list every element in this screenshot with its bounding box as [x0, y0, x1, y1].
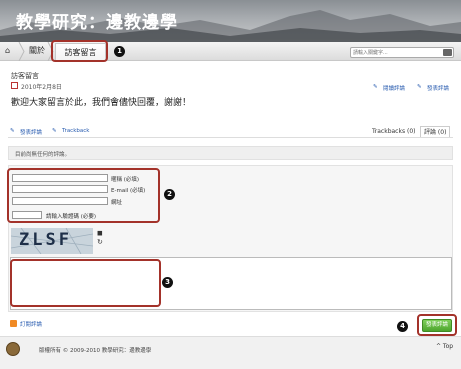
- back-to-top-link[interactable]: ^ Top: [436, 343, 453, 350]
- copyright-text: 版權所有 © 2009-2010 教學研究：邊教邊學: [39, 348, 152, 354]
- site-title[interactable]: 教學研究：邊教邊學: [16, 8, 178, 33]
- captcha-image: ZLSF: [11, 228, 93, 254]
- site-banner: 教學研究：邊教邊學: [0, 0, 461, 42]
- callout-number-4: 4: [397, 321, 408, 332]
- site-logo-icon: [6, 342, 20, 356]
- comment-bubble-icon: ✎: [417, 84, 422, 90]
- home-icon[interactable]: ⌂: [5, 46, 15, 56]
- captcha-text: ZLSF: [19, 230, 72, 250]
- trackback-icon: ✎: [52, 128, 57, 134]
- page-title: 訪客留言: [11, 72, 39, 80]
- post-comment-link-top[interactable]: 發表評論: [427, 84, 449, 92]
- comment-bubble-icon: ✎: [373, 84, 378, 90]
- comment-bubble-icon: ✎: [10, 128, 15, 134]
- callout-number-2: 2: [164, 189, 175, 200]
- audio-captcha-icon[interactable]: ◼: [97, 229, 105, 237]
- guestbook-message: 歡迎大家留言於此，我們會儘快回覆，謝謝！: [11, 98, 192, 108]
- search-input[interactable]: [353, 48, 441, 57]
- search-button[interactable]: [443, 49, 452, 56]
- callout-number-1: 1: [114, 46, 125, 57]
- trackback-link[interactable]: Trackback: [62, 128, 89, 134]
- post-date: 2010年2月8日: [21, 84, 62, 91]
- read-comments-link[interactable]: 閱讀評論: [383, 84, 405, 92]
- callout-box-2: [7, 168, 160, 223]
- breadcrumb-separator-icon: [18, 42, 25, 61]
- callout-number-3: 3: [162, 277, 173, 288]
- post-comment-link[interactable]: 發表評論: [20, 128, 42, 136]
- rss-icon: [10, 320, 17, 327]
- callout-box-3: [10, 259, 161, 307]
- divider: [8, 137, 453, 138]
- search-box: [350, 47, 454, 58]
- submit-comment-button[interactable]: 發表評論: [422, 319, 452, 332]
- no-comments-notice: 目前尚無任何的評論。: [8, 146, 453, 160]
- subscribe-comments-link[interactable]: 訂閱評論: [20, 320, 42, 328]
- callout-box-1: [51, 40, 108, 62]
- nav-link-about[interactable]: 關於: [29, 45, 45, 56]
- calendar-icon: [11, 82, 18, 89]
- refresh-captcha-icon[interactable]: ↻: [97, 238, 105, 246]
- footer: 版權所有 © 2009-2010 教學研究：邊教邊學 ^ Top: [0, 336, 461, 369]
